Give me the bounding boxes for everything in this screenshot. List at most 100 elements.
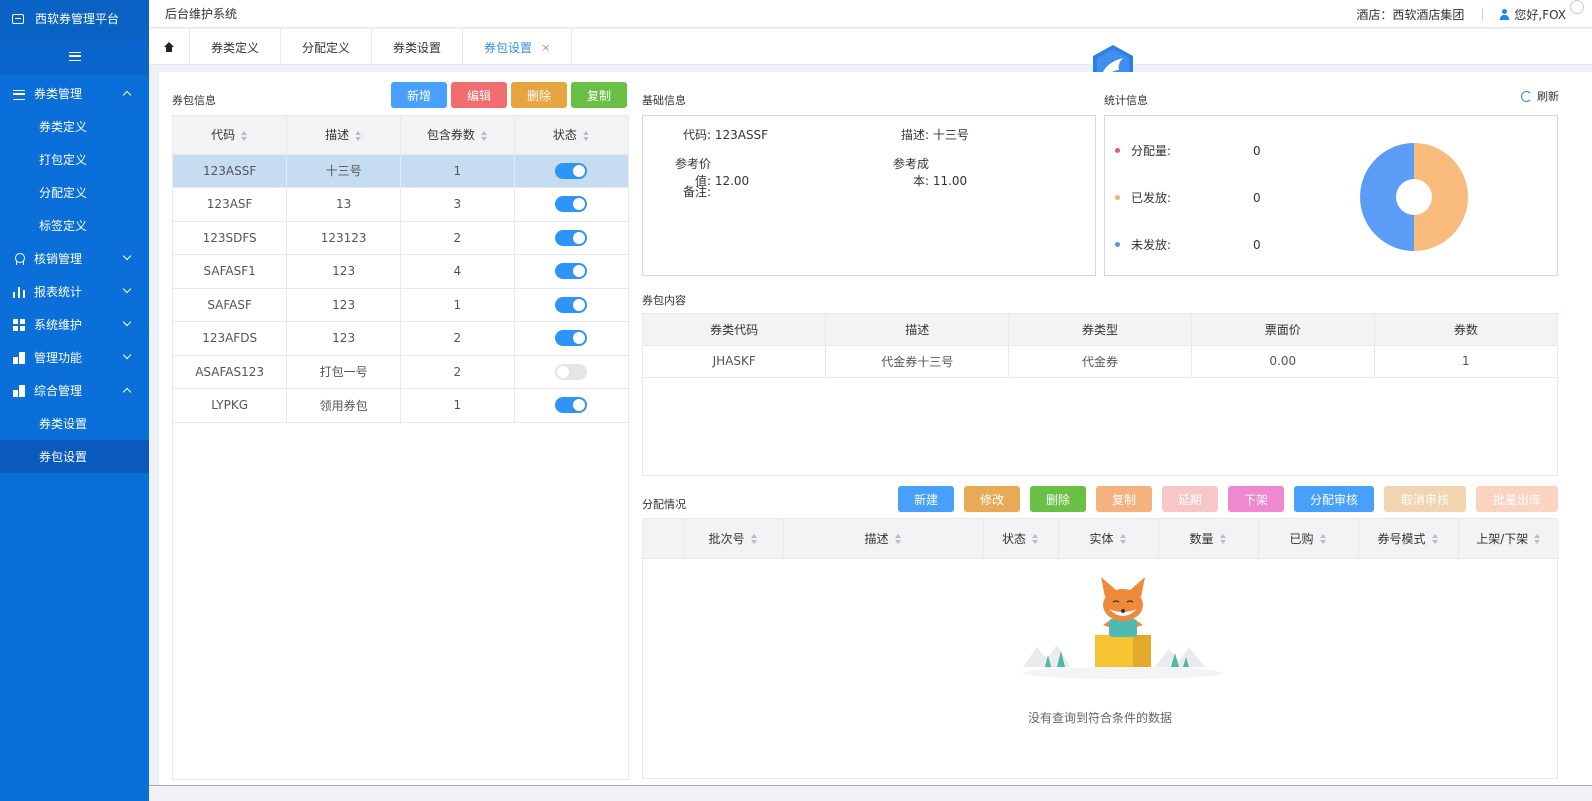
sidebar-footer bbox=[0, 785, 149, 801]
sidebar-item-coupon-settings[interactable]: 券类设置 bbox=[0, 407, 149, 440]
delete-package-button[interactable]: 删除 bbox=[511, 82, 567, 108]
dist-batch-out-button[interactable]: 批量出库 bbox=[1476, 486, 1558, 512]
dist-edit-button[interactable]: 修改 bbox=[964, 486, 1020, 512]
status-toggle[interactable] bbox=[555, 363, 588, 380]
column-label: 已购 bbox=[1289, 531, 1314, 546]
dist-cancel-approve-button[interactable]: 取消审核 bbox=[1384, 486, 1466, 512]
column-header-status[interactable]: 状态 bbox=[983, 519, 1059, 559]
sidebar-item-dist-define[interactable]: 分配定义 bbox=[0, 176, 149, 209]
column-header-qty[interactable]: 数量 bbox=[1158, 519, 1259, 559]
menu-toggle-button[interactable] bbox=[0, 37, 149, 75]
dist-extend-button[interactable]: 延期 bbox=[1162, 486, 1218, 512]
table-row[interactable]: ASAFAS123 打包一号 2 bbox=[173, 355, 628, 389]
empty-fox-illustration-icon bbox=[1023, 577, 1223, 679]
tab-package-settings[interactable]: 券包设置 × bbox=[463, 29, 573, 65]
sort-icon[interactable] bbox=[480, 130, 488, 141]
basic-ref-cost: 参考成本: 11.00 bbox=[881, 155, 967, 189]
table-row[interactable]: SAFASF 123 1 bbox=[173, 288, 628, 322]
column-header-mode[interactable]: 券号模式 bbox=[1358, 519, 1459, 559]
column-header: 券数 bbox=[1374, 314, 1557, 346]
refresh-icon bbox=[1521, 90, 1532, 102]
tab-coupon-settings[interactable]: 券类设置 bbox=[372, 29, 464, 65]
sort-icon[interactable] bbox=[1119, 534, 1127, 545]
column-header-count[interactable]: 包含券数 bbox=[400, 116, 515, 155]
status-toggle[interactable] bbox=[555, 229, 588, 246]
edit-package-button[interactable]: 编辑 bbox=[451, 82, 507, 108]
table-row[interactable]: LYPKG 领用券包 1 bbox=[173, 388, 628, 423]
sidebar-item-package-settings[interactable]: 券包设置 bbox=[0, 440, 149, 473]
cell-code: 123AFDS bbox=[173, 321, 288, 356]
sidebar-group-manage[interactable]: 管理功能 bbox=[0, 341, 149, 374]
sidebar-item-pack-define[interactable]: 打包定义 bbox=[0, 143, 149, 176]
sort-icon[interactable] bbox=[1032, 534, 1039, 545]
sidebar-group-coupon-type[interactable]: 券类管理 bbox=[0, 77, 149, 110]
add-package-button[interactable]: 新增 bbox=[391, 82, 447, 108]
system-title: 后台维护系统 bbox=[165, 7, 238, 21]
sort-icon[interactable] bbox=[894, 534, 902, 545]
column-header-shelf[interactable]: 上架/下架 bbox=[1458, 519, 1559, 559]
dist-copy-button[interactable]: 复制 bbox=[1096, 486, 1152, 512]
sidebar-group-system[interactable]: 系统维护 bbox=[0, 308, 149, 341]
dist-offshelf-button[interactable]: 下架 bbox=[1228, 486, 1284, 512]
dist-approve-button[interactable]: 分配审核 bbox=[1294, 486, 1374, 512]
cell-count: 1 bbox=[400, 388, 515, 423]
cell-status bbox=[514, 187, 628, 222]
sidebar-item-tag-define[interactable]: 标签定义 bbox=[0, 209, 149, 242]
column-header-desc[interactable]: 描述 bbox=[286, 116, 401, 155]
chevron-down-icon bbox=[122, 317, 132, 327]
sort-icon[interactable] bbox=[1319, 534, 1327, 545]
basic-info-title: 基础信息 bbox=[642, 94, 686, 107]
dist-delete-button[interactable]: 删除 bbox=[1030, 486, 1086, 512]
status-toggle[interactable] bbox=[555, 330, 588, 347]
sort-icon[interactable] bbox=[241, 130, 248, 141]
column-header-batch[interactable]: 批次号 bbox=[683, 519, 784, 559]
medal-icon bbox=[13, 252, 25, 265]
table-row[interactable]: 123SDFS 123123 2 bbox=[173, 221, 628, 255]
user-icon bbox=[1500, 8, 1510, 20]
status-toggle[interactable] bbox=[555, 196, 588, 213]
horizontal-scrollbar[interactable] bbox=[149, 785, 1592, 801]
status-toggle[interactable] bbox=[555, 162, 588, 179]
status-toggle[interactable] bbox=[555, 263, 588, 280]
chevron-down-icon[interactable] bbox=[1570, 0, 1584, 14]
column-header-code[interactable]: 代码 bbox=[173, 116, 288, 155]
sidebar-group-redeem[interactable]: 核销管理 bbox=[0, 242, 149, 275]
tab-dist-define[interactable]: 分配定义 bbox=[281, 29, 373, 65]
table-row[interactable]: 123ASF 13 3 bbox=[173, 187, 628, 222]
package-content-title: 券包内容 bbox=[642, 294, 686, 307]
field-value: 11.00 bbox=[932, 174, 968, 188]
column-header-status[interactable]: 状态 bbox=[514, 116, 628, 155]
tab-home[interactable] bbox=[149, 29, 190, 65]
sort-icon[interactable] bbox=[750, 534, 758, 545]
column-header-bought[interactable]: 已购 bbox=[1258, 519, 1359, 559]
cell-code: JHASKF bbox=[643, 345, 827, 378]
user-greeting[interactable]: 您好,FOX bbox=[1514, 6, 1566, 23]
sidebar-group-reports[interactable]: 报表统计 bbox=[0, 275, 149, 308]
sort-icon[interactable] bbox=[355, 130, 362, 141]
close-icon[interactable]: × bbox=[541, 41, 550, 54]
sort-icon[interactable] bbox=[1219, 534, 1227, 545]
status-toggle[interactable] bbox=[555, 296, 588, 313]
table-row[interactable]: 123ASSF 十三号 1 bbox=[173, 154, 628, 188]
stat-issued: 已发放: 0 bbox=[1115, 189, 1261, 206]
copy-package-button[interactable]: 复制 bbox=[571, 82, 627, 108]
topbar-right: 酒店：西软酒店集团 | 您好,FOX bbox=[1356, 0, 1584, 28]
sidebar-item-coupon-define[interactable]: 券类定义 bbox=[0, 110, 149, 143]
table-row[interactable]: JHASKF 代金券十三号 代金券 0.00 1 bbox=[643, 345, 1557, 378]
refresh-button[interactable]: 刷新 bbox=[1521, 88, 1559, 104]
sort-icon[interactable] bbox=[582, 130, 590, 141]
brand[interactable]: 西软券管理平台 bbox=[0, 0, 149, 37]
table-row[interactable]: 123AFDS 123 2 bbox=[173, 321, 628, 356]
status-toggle[interactable] bbox=[555, 397, 588, 414]
sidebar-group-general[interactable]: 综合管理 bbox=[0, 374, 149, 407]
sort-icon[interactable] bbox=[1534, 534, 1541, 545]
table-row[interactable]: SAFASF1 123 4 bbox=[173, 254, 628, 289]
sort-icon[interactable] bbox=[1431, 534, 1439, 545]
dist-new-button[interactable]: 新建 bbox=[898, 486, 954, 512]
sidebar: 西软券管理平台 券类管理 券类定义 打包定义 分配定义 标签定义 核销管理 报表… bbox=[0, 0, 149, 801]
cell-status bbox=[514, 254, 628, 289]
column-header-desc[interactable]: 描述 bbox=[783, 519, 984, 559]
column-label: 描述 bbox=[325, 128, 350, 143]
column-header-entity[interactable]: 实体 bbox=[1058, 519, 1159, 559]
tab-coupon-define[interactable]: 券类定义 bbox=[190, 29, 282, 65]
